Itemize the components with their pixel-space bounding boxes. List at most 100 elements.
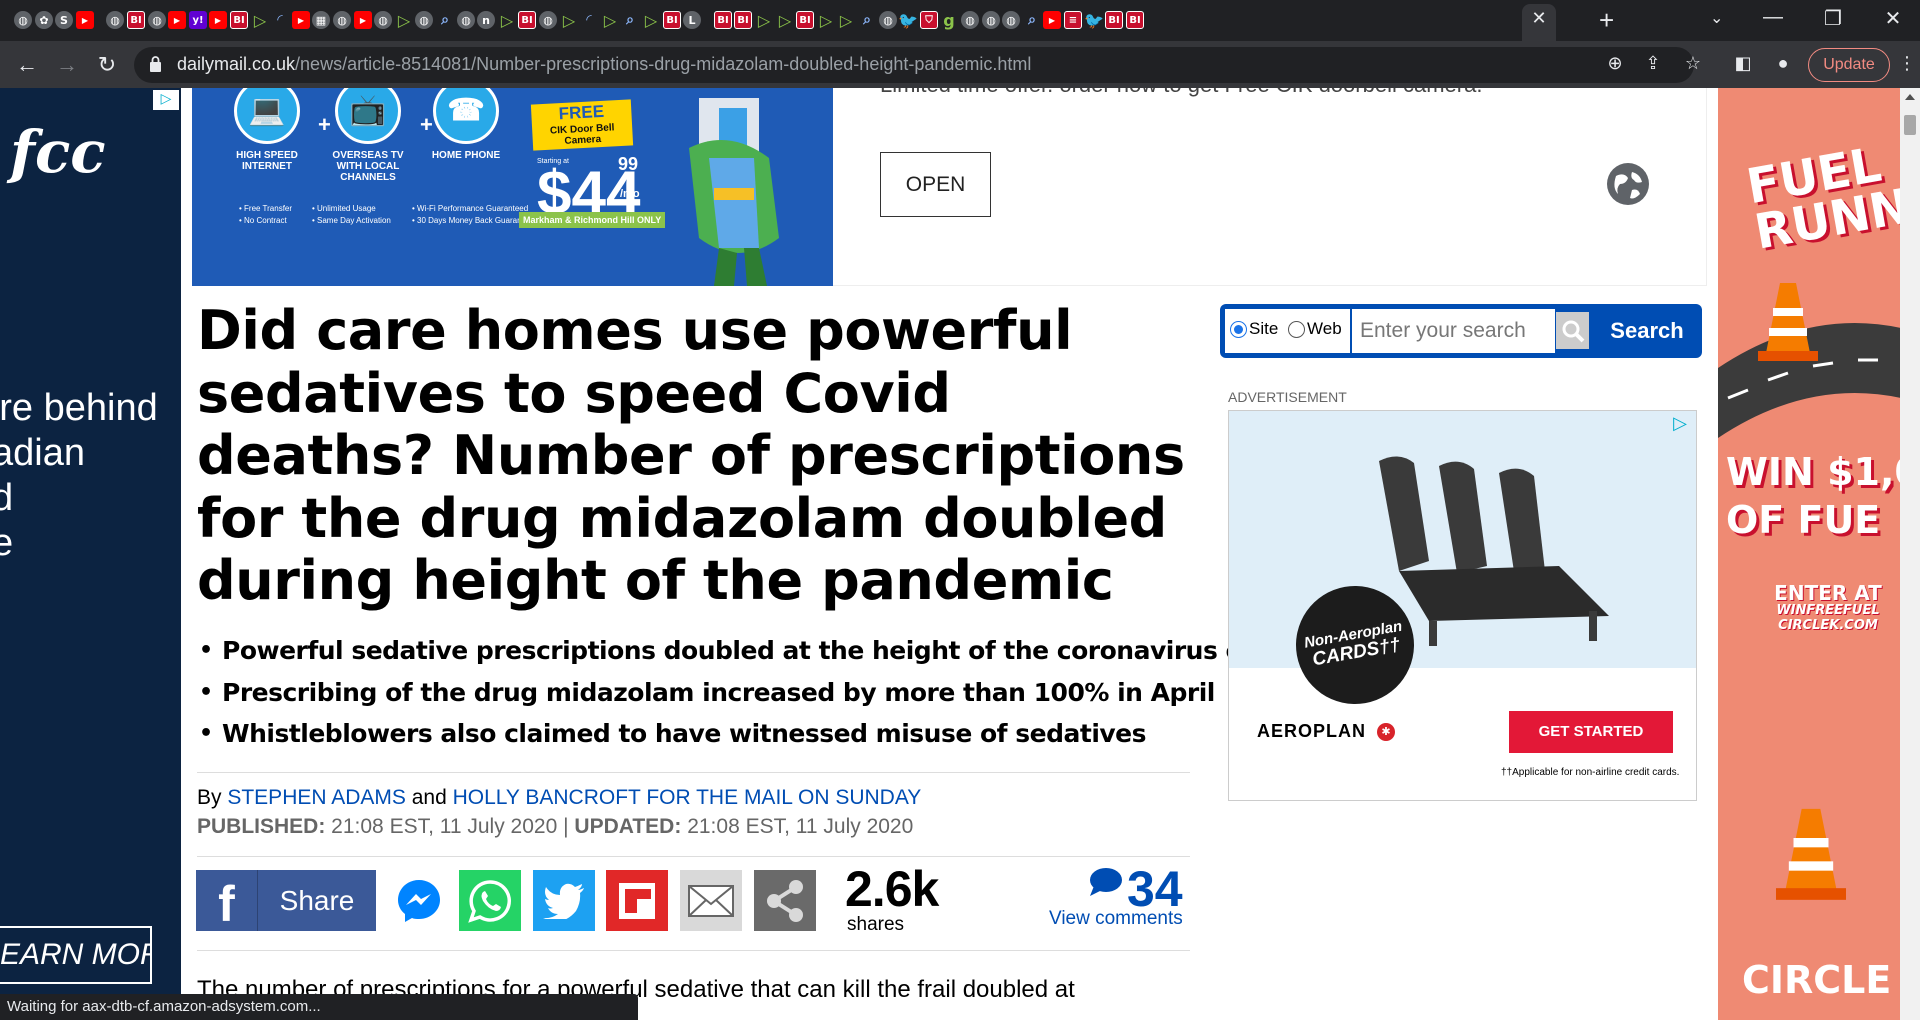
- n-favicon-icon[interactable]: n: [477, 11, 495, 29]
- top-native-ad[interactable]: Limited time offer. order now to get Fre…: [833, 88, 1707, 286]
- flipboard-share-button[interactable]: [606, 870, 668, 931]
- youtube-favicon-icon[interactable]: ▶: [168, 11, 186, 29]
- bi-favicon-icon[interactable]: BI: [663, 11, 681, 29]
- adchoices-icon[interactable]: ▷: [153, 90, 179, 110]
- play-favicon-icon[interactable]: ▷: [755, 11, 773, 30]
- stat-favicon-icon[interactable]: S: [55, 11, 73, 29]
- author-link[interactable]: HOLLY BANCROFT FOR THE MAIL ON SUNDAY: [453, 786, 922, 809]
- close-tab-icon[interactable]: ✕: [1528, 8, 1550, 29]
- get-started-button[interactable]: GET STARTED: [1509, 711, 1673, 753]
- forward-arrow-icon[interactable]: →: [52, 50, 82, 80]
- top-banner-ad[interactable]: 💻 HIGH SPEED INTERNET + 📺 OVERSEAS TV WI…: [192, 88, 833, 286]
- new-tab-button[interactable]: +: [1599, 5, 1614, 36]
- g-favicon-icon[interactable]: g: [940, 11, 958, 30]
- search-button[interactable]: Search: [1597, 308, 1697, 354]
- play-favicon-icon[interactable]: ▷: [601, 11, 619, 30]
- page-scrollbar[interactable]: [1900, 88, 1920, 1020]
- globe-favicon-icon[interactable]: ◍: [415, 11, 433, 29]
- profile-avatar-icon[interactable]: ●: [1770, 53, 1796, 74]
- play-favicon-icon[interactable]: ▷: [776, 11, 794, 30]
- bi-favicon-icon[interactable]: BI: [127, 11, 145, 29]
- image-favicon-icon[interactable]: ▦: [312, 11, 330, 29]
- globe-icon[interactable]: [1606, 162, 1650, 206]
- play-favicon-icon[interactable]: ▷: [560, 11, 578, 30]
- more-share-button[interactable]: [754, 870, 816, 931]
- facebook-share-button[interactable]: f Share: [196, 870, 376, 932]
- close-window-icon[interactable]: ✕: [1873, 6, 1913, 31]
- L-favicon-icon[interactable]: L: [683, 11, 701, 29]
- side-panel-icon[interactable]: ◧: [1730, 53, 1756, 74]
- globe-favicon-icon[interactable]: ◍: [961, 11, 979, 29]
- learn-more-button[interactable]: EARN MORE: [0, 926, 152, 984]
- bookmark-star-icon[interactable]: ☆: [1680, 53, 1706, 74]
- back-arrow-icon[interactable]: ←: [12, 50, 42, 80]
- twitter-share-button[interactable]: [533, 870, 595, 931]
- lock-icon[interactable]: [150, 56, 161, 72]
- radio-web[interactable]: Web: [1288, 319, 1342, 339]
- author-link[interactable]: STEPHEN ADAMS: [227, 786, 406, 809]
- youtube-favicon-icon[interactable]: ▶: [209, 11, 227, 29]
- bookmark-favicon-icon[interactable]: ≡: [1064, 11, 1082, 29]
- play-favicon-icon[interactable]: ▷: [817, 11, 835, 30]
- globe-favicon-icon[interactable]: ◍: [374, 11, 392, 29]
- bi-favicon-icon[interactable]: BI: [796, 11, 814, 29]
- bi-favicon-icon[interactable]: BI: [734, 11, 752, 29]
- open-button[interactable]: OPEN: [880, 152, 991, 217]
- radio-web-dot[interactable]: [1288, 320, 1305, 338]
- search-input[interactable]: [1352, 309, 1555, 353]
- scroll-thumb[interactable]: [1904, 115, 1916, 135]
- bi-favicon-icon[interactable]: BI: [1126, 11, 1144, 29]
- search-favicon-icon[interactable]: ⌕: [858, 11, 876, 29]
- adchoices-icon[interactable]: ▷: [1667, 413, 1693, 435]
- globe-favicon-icon[interactable]: ◍: [148, 11, 166, 29]
- right-skin-ad[interactable]: FUELRUNNE WIN $1,0OF FUE ENTER AT WINFRE…: [1718, 88, 1901, 1020]
- globe-favicon-icon[interactable]: ◍: [1002, 11, 1020, 29]
- email-share-button[interactable]: [680, 870, 742, 931]
- play-favicon-icon[interactable]: ▷: [837, 11, 855, 30]
- globe-favicon-icon[interactable]: ◍: [457, 11, 475, 29]
- search-magnifier-icon[interactable]: [1556, 312, 1589, 349]
- globe-favicon-icon[interactable]: ◍: [982, 11, 1000, 29]
- left-skin-ad[interactable]: fcc 're behind adian d e EARN MORE ▷: [0, 88, 181, 1020]
- url-text[interactable]: dailymail.co.uk/news/article-8514081/Num…: [177, 54, 1031, 75]
- globe-favicon-icon[interactable]: ◍: [539, 11, 557, 29]
- search-favicon-icon[interactable]: ⌕: [621, 11, 639, 29]
- radio-site[interactable]: Site: [1230, 319, 1278, 339]
- search-favicon-icon[interactable]: ⌕: [1023, 11, 1041, 29]
- bi-favicon-icon[interactable]: BI: [1105, 11, 1123, 29]
- reload-icon[interactable]: ↻: [92, 50, 122, 80]
- share-page-icon[interactable]: ⇪: [1640, 53, 1666, 74]
- play-favicon-icon[interactable]: ▷: [251, 11, 269, 30]
- twitter-favicon-icon[interactable]: 🐦: [898, 11, 918, 30]
- tab-search-chevron-icon[interactable]: ⌄: [1710, 8, 1723, 28]
- twitter-favicon-icon[interactable]: 🐦: [1084, 11, 1104, 30]
- bi-favicon-icon[interactable]: BI: [714, 11, 732, 29]
- globe-favicon-icon[interactable]: ◍: [14, 11, 32, 29]
- radio-site-dot[interactable]: [1230, 320, 1247, 338]
- play-favicon-icon[interactable]: ▷: [395, 11, 413, 30]
- restore-icon[interactable]: ❐: [1813, 6, 1853, 31]
- globe-favicon-icon[interactable]: ◍: [333, 11, 351, 29]
- play-favicon-icon[interactable]: ▷: [642, 11, 660, 30]
- comment-bubble-icon[interactable]: [1088, 867, 1122, 897]
- yahoo-favicon-icon[interactable]: y!: [189, 11, 207, 29]
- bi-favicon-icon[interactable]: BI: [230, 11, 248, 29]
- search-favicon-icon[interactable]: ⌕: [436, 11, 454, 29]
- messenger-share-button[interactable]: [388, 870, 450, 931]
- zoom-icon[interactable]: ⊕: [1602, 53, 1628, 74]
- gift-favicon-icon[interactable]: ✿: [35, 11, 53, 29]
- minimize-icon[interactable]: —: [1753, 6, 1793, 29]
- whatsapp-share-button[interactable]: [459, 870, 521, 931]
- globe-favicon-icon[interactable]: ◍: [879, 11, 897, 29]
- globe-favicon-icon[interactable]: ◍: [106, 11, 124, 29]
- youtube-favicon-icon[interactable]: ▶: [292, 11, 310, 29]
- youtube-favicon-icon[interactable]: ▶: [354, 11, 372, 29]
- menu-kebab-icon[interactable]: ⋮: [1894, 53, 1920, 74]
- youtube-favicon-icon[interactable]: ▶: [1043, 11, 1061, 29]
- bi-favicon-icon[interactable]: BI: [518, 11, 536, 29]
- scroll-up-arrow-icon[interactable]: [1905, 94, 1915, 100]
- youtube-favicon-icon[interactable]: ▶: [76, 11, 94, 29]
- wifi-favicon-icon[interactable]: ◜: [580, 11, 598, 29]
- wifi-favicon-icon[interactable]: ◜: [271, 11, 289, 29]
- play-favicon-icon[interactable]: ▷: [498, 11, 516, 30]
